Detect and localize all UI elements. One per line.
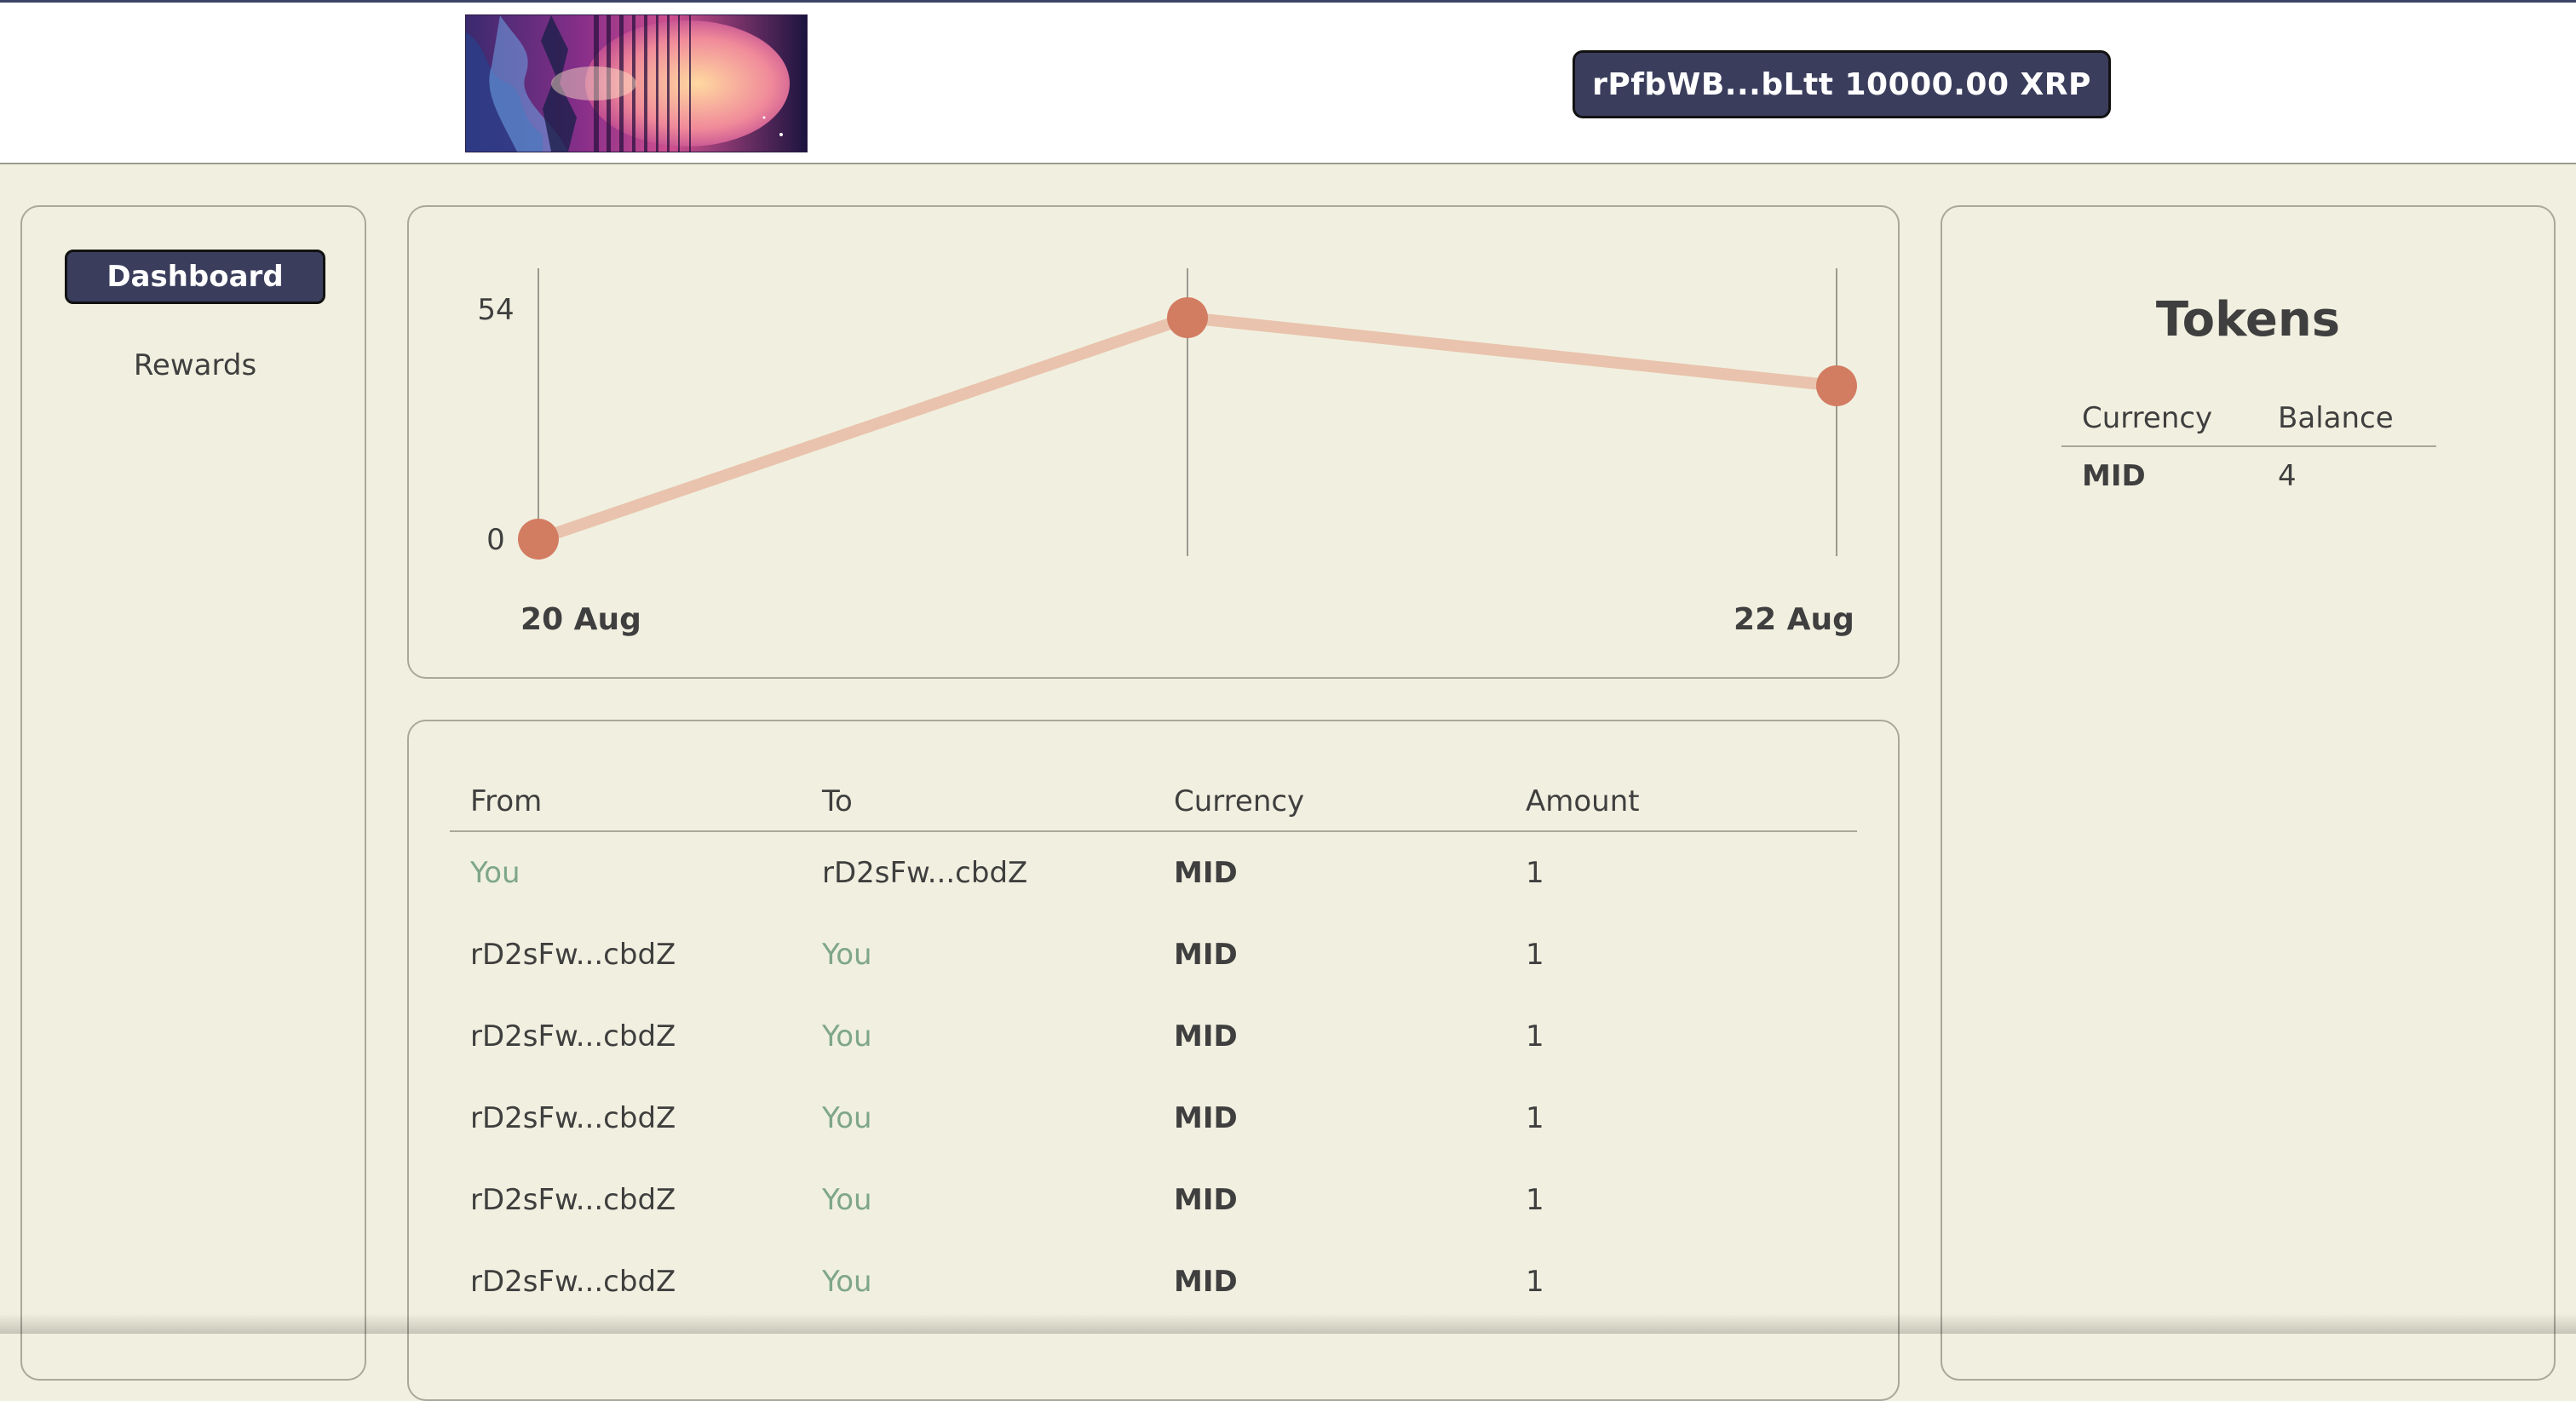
- tokens-table: Currency Balance MID 4: [2061, 394, 2436, 505]
- cell-to: You: [822, 1183, 872, 1217]
- table-header-row: Currency Balance: [2061, 394, 2436, 447]
- sidebar-item-rewards[interactable]: Rewards: [65, 342, 325, 389]
- x-tick-label: 22 Aug: [1734, 602, 1854, 637]
- transactions-table: From To Currency Amount You rD2sFw...cbd…: [450, 771, 1857, 1323]
- table-row[interactable]: rD2sFw...cbdZ You MID 1: [450, 1241, 1857, 1323]
- column-header-amount: Amount: [1505, 771, 1857, 832]
- transactions-panel: From To Currency Amount You rD2sFw...cbd…: [407, 720, 1900, 1401]
- column-header-currency: Currency: [1153, 771, 1505, 832]
- cell-balance: 4: [2278, 459, 2297, 493]
- cell-currency: MID: [1174, 1019, 1238, 1054]
- table-row[interactable]: rD2sFw...cbdZ You MID 1: [450, 1159, 1857, 1241]
- cell-amount: 1: [1526, 1101, 1544, 1135]
- table-row[interactable]: rD2sFw...cbdZ You MID 1: [450, 1077, 1857, 1159]
- cell-currency: MID: [2082, 459, 2146, 493]
- tokens-title: Tokens: [2155, 292, 2341, 347]
- cell-to: You: [822, 938, 872, 972]
- table-row[interactable]: rD2sFw...cbdZ You MID 1: [450, 996, 1857, 1077]
- cell-amount: 1: [1526, 856, 1544, 890]
- cell-from: You: [470, 856, 520, 890]
- column-header-to: To: [802, 771, 1153, 832]
- cell-to: You: [822, 1019, 872, 1054]
- cell-from: rD2sFw...cbdZ: [470, 1101, 676, 1135]
- cell-currency: MID: [1174, 938, 1238, 972]
- column-header-currency: Currency: [2061, 394, 2258, 447]
- app-header: rPfbWB...bLtt 10000.00 XRP: [0, 3, 2576, 164]
- y-tick-label: 54: [477, 293, 514, 327]
- cell-amount: 1: [1526, 1183, 1544, 1217]
- line-chart: 54 0 20 Aug 22 Aug: [477, 268, 1857, 637]
- cell-to: You: [822, 1101, 872, 1135]
- table-row[interactable]: MID 4: [2061, 446, 2436, 505]
- cell-to: rD2sFw...cbdZ: [822, 856, 1028, 890]
- brand-logo-image[interactable]: [465, 14, 808, 152]
- cell-currency: MID: [1174, 1101, 1238, 1135]
- sidebar-item-dashboard[interactable]: Dashboard: [65, 250, 325, 304]
- cell-from: rD2sFw...cbdZ: [470, 1183, 676, 1217]
- cell-currency: MID: [1174, 1265, 1238, 1299]
- cell-amount: 1: [1526, 938, 1544, 972]
- cell-currency: MID: [1174, 856, 1238, 890]
- table-row[interactable]: You rD2sFw...cbdZ MID 1: [450, 831, 1857, 914]
- cell-to: You: [822, 1265, 872, 1299]
- data-point-3: [1816, 365, 1857, 406]
- cell-amount: 1: [1526, 1265, 1544, 1299]
- cell-amount: 1: [1526, 1019, 1544, 1054]
- synthwave-artwork: [466, 15, 807, 152]
- cell-from: rD2sFw...cbdZ: [470, 1265, 676, 1299]
- x-tick-label: 20 Aug: [520, 602, 641, 637]
- tokens-panel: Tokens Currency Balance MID 4: [1941, 205, 2556, 1381]
- balance-chart-panel: 54 0 20 Aug 22 Aug: [407, 205, 1900, 679]
- cell-from: rD2sFw...cbdZ: [470, 938, 676, 972]
- wallet-balance-button[interactable]: rPfbWB...bLtt 10000.00 XRP: [1573, 50, 2111, 118]
- table-header-row: From To Currency Amount: [450, 771, 1857, 832]
- column-header-from: From: [450, 771, 802, 832]
- cell-from: rD2sFw...cbdZ: [470, 1019, 676, 1054]
- data-point-1: [518, 519, 559, 560]
- table-row[interactable]: rD2sFw...cbdZ You MID 1: [450, 914, 1857, 996]
- column-header-balance: Balance: [2257, 394, 2436, 447]
- sidebar: Dashboard Rewards: [20, 205, 366, 1381]
- y-tick-label: 0: [486, 523, 505, 557]
- cell-currency: MID: [1174, 1183, 1238, 1217]
- data-point-2: [1167, 297, 1208, 338]
